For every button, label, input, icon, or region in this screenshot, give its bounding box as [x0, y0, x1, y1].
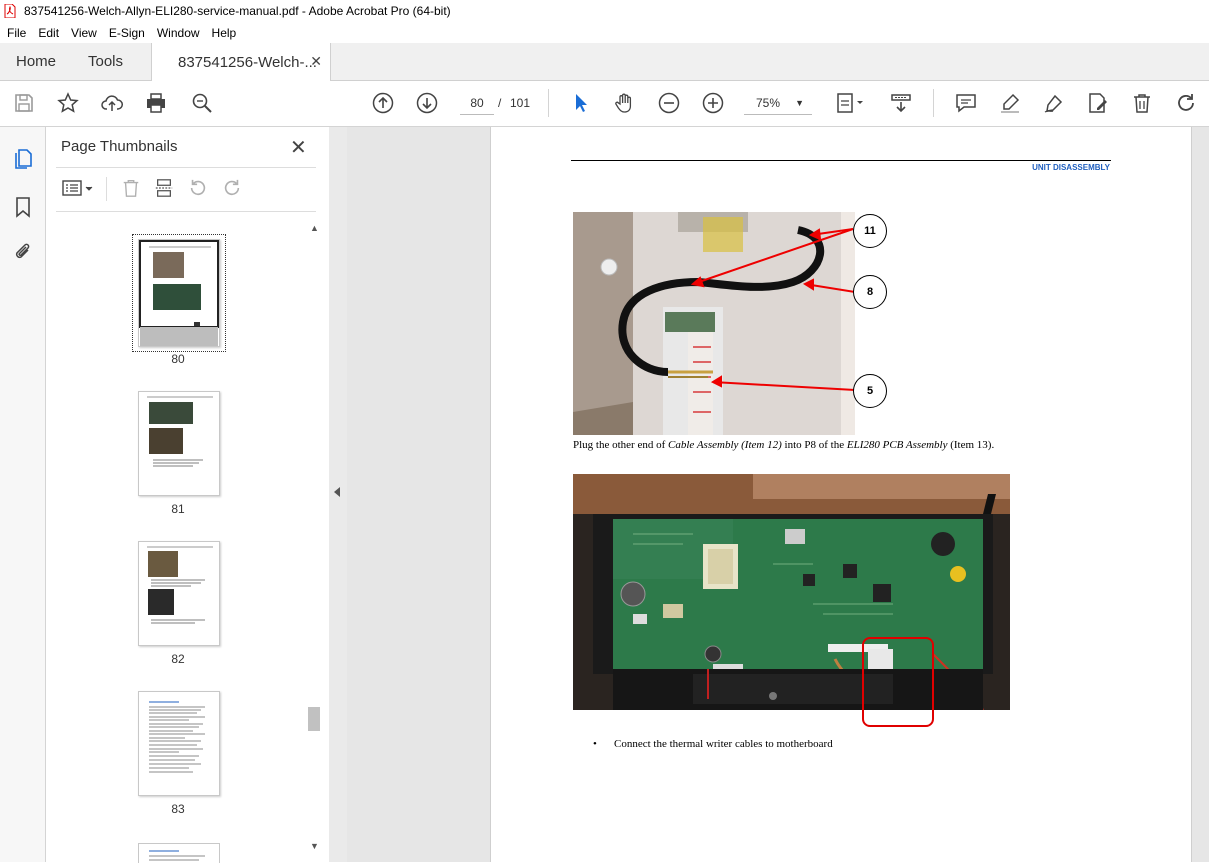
page-thumbnails-panel: Page Thumbnails ✕ 80 81 82 83 ▲ ▼: [46, 127, 330, 863]
menu-bar: File Edit View E-Sign Window Help: [0, 22, 1209, 43]
tab-home[interactable]: Home: [16, 43, 56, 80]
delete-trash-icon[interactable]: [1130, 91, 1154, 115]
thumbnail-page-83[interactable]: [138, 691, 220, 796]
bullet-text: Connect the thermal writer cables to mot…: [614, 738, 833, 750]
thumbnail-label: 81: [171, 502, 185, 516]
motherboard-photo: [573, 474, 1010, 710]
save-icon[interactable]: [12, 91, 36, 115]
callout-5: 5: [853, 374, 887, 408]
window-title: 837541256-Welch-Allyn-ELI280-service-man…: [24, 4, 451, 18]
star-icon[interactable]: [56, 91, 80, 115]
panel-title: Page Thumbnails: [61, 138, 178, 155]
menu-esign[interactable]: E-Sign: [104, 26, 150, 40]
panel-divider: [56, 167, 316, 168]
menu-help[interactable]: Help: [207, 26, 242, 40]
tab-tools[interactable]: Tools: [88, 43, 123, 80]
tab-bar: Home Tools 837541256-Welch-... ✕: [0, 43, 1209, 81]
page-display-icon[interactable]: [833, 91, 867, 115]
zoom-level-select[interactable]: 75% ▼: [744, 92, 812, 115]
menu-file[interactable]: File: [2, 26, 31, 40]
rotate-left-icon: [187, 177, 209, 199]
toolbar-divider: [933, 89, 934, 117]
comment-icon[interactable]: [954, 91, 978, 115]
callout-8: 8: [853, 275, 887, 309]
figure-caption: Plug the other end of Cable Assembly (It…: [573, 439, 994, 451]
panel-tool-divider: [106, 177, 107, 201]
callout-11: 11: [853, 214, 887, 248]
close-panel-icon[interactable]: ✕: [290, 135, 307, 160]
section-header: UNIT DISASSEMBLY: [1032, 163, 1110, 172]
scroll-down-icon[interactable]: ▼: [310, 841, 319, 851]
thumbnail-label: 82: [171, 652, 185, 666]
thumbnail-page-84[interactable]: [138, 843, 220, 863]
scrollbar-thumb[interactable]: [308, 707, 320, 731]
panel-divider: [56, 211, 316, 212]
upload-cloud-icon[interactable]: [100, 91, 124, 115]
hand-tool-icon[interactable]: [613, 91, 637, 115]
insert-page-icon: [153, 177, 175, 199]
thumbnail-page-82[interactable]: [138, 541, 220, 646]
highlight-box: [862, 637, 934, 727]
title-bar: 837541256-Welch-Allyn-ELI280-service-man…: [0, 0, 1209, 22]
caption-part-e: (Item 13).: [947, 439, 995, 451]
zoom-in-icon[interactable]: [701, 91, 725, 115]
collapse-arrow-icon: [334, 487, 340, 497]
scroll-mode-icon[interactable]: [889, 91, 913, 115]
thumbnail-label: 80: [171, 352, 185, 366]
sign-pen-icon[interactable]: [1042, 91, 1066, 115]
thumbnail-preview: [147, 396, 213, 467]
thumbnail-preview: [147, 546, 213, 624]
thumbnail-preview: [149, 850, 205, 861]
print-icon[interactable]: [144, 91, 168, 115]
highlight-pen-icon[interactable]: [998, 91, 1022, 115]
document-page: UNIT DISASSEMBLY 11 8 5 Plug the other e…: [490, 127, 1192, 862]
panel-collapse-handle[interactable]: [329, 127, 347, 862]
main-toolbar: 80 / 101 75% ▼: [0, 81, 1209, 127]
menu-view[interactable]: View: [66, 26, 102, 40]
page-separator: /: [498, 96, 502, 110]
bullet-marker: •: [593, 738, 597, 750]
zoom-out-icon[interactable]: [657, 91, 681, 115]
toolbar-divider: [548, 89, 549, 117]
thumbnails-scrollbar[interactable]: ▲ ▼: [307, 219, 321, 859]
caption-part-c: into P8 of the: [781, 439, 847, 451]
select-cursor-icon[interactable]: [569, 91, 593, 115]
thumbnail-label: 83: [171, 802, 185, 816]
document-viewer[interactable]: UNIT DISASSEMBLY 11 8 5 Plug the other e…: [347, 127, 1209, 862]
delete-page-icon: [120, 177, 142, 199]
tab-document[interactable]: 837541256-Welch-... ✕: [151, 43, 331, 81]
chevron-down-icon: ▼: [795, 98, 804, 108]
next-page-icon[interactable]: [415, 91, 439, 115]
scroll-up-icon[interactable]: ▲: [310, 223, 319, 233]
search-zoom-icon[interactable]: [190, 91, 214, 115]
thumbnail-preview: [139, 240, 219, 346]
page-total: 101: [510, 96, 531, 110]
page-thumbnails-icon[interactable]: [11, 147, 35, 171]
rotate-right-icon: [221, 177, 243, 199]
left-navigation-rail: [0, 127, 46, 862]
previous-page-icon[interactable]: [371, 91, 395, 115]
cable-assembly-photo: [573, 212, 855, 435]
thumbnail-options-icon[interactable]: [60, 177, 96, 199]
rotate-redo-icon[interactable]: [1174, 91, 1198, 115]
thumbnail-page-80[interactable]: [138, 239, 220, 347]
thumbnail-page-81[interactable]: [138, 391, 220, 496]
caption-part-a: Plug the other end of: [573, 439, 669, 451]
menu-window[interactable]: Window: [152, 26, 205, 40]
attachment-paperclip-icon[interactable]: [11, 240, 35, 264]
thumbnail-preview: [149, 701, 205, 773]
pdf-file-icon: [4, 4, 16, 18]
close-tab-icon[interactable]: ✕: [310, 53, 322, 70]
bookmark-icon[interactable]: [11, 195, 35, 219]
caption-part-b: Cable Assembly (Item 12): [668, 439, 782, 451]
caption-part-d: ELI280 PCB Assembly: [846, 439, 948, 451]
edit-document-icon[interactable]: [1086, 91, 1110, 115]
zoom-level-value: 75%: [756, 96, 781, 110]
menu-edit[interactable]: Edit: [33, 26, 64, 40]
tab-document-label: 837541256-Welch-...: [178, 53, 317, 71]
header-rule: [571, 160, 1111, 161]
page-number-input[interactable]: 80: [460, 92, 494, 115]
